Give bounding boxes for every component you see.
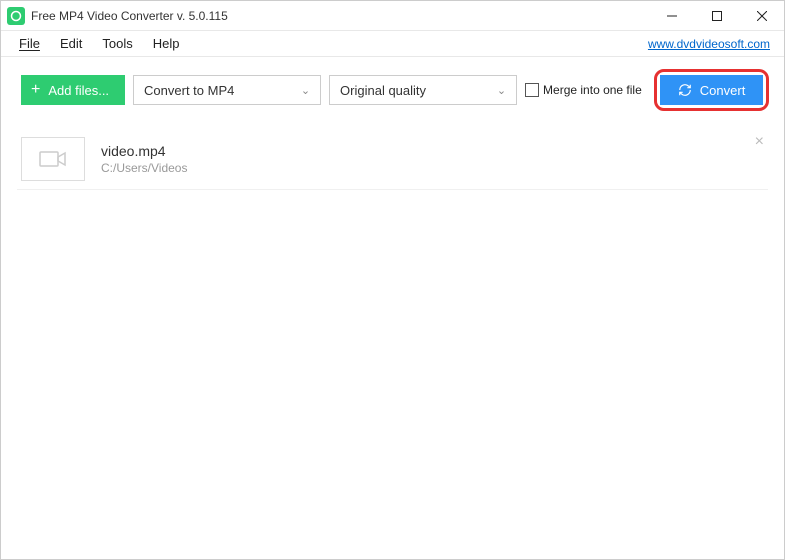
menu-file[interactable]: File xyxy=(9,34,50,53)
merge-checkbox-wrap[interactable]: Merge into one file xyxy=(525,83,642,97)
convert-label: Convert xyxy=(700,83,746,98)
close-button[interactable] xyxy=(739,1,784,30)
minimize-button[interactable] xyxy=(649,1,694,30)
website-link[interactable]: www.dvdvideosoft.com xyxy=(648,37,770,51)
app-title: Free MP4 Video Converter v. 5.0.115 xyxy=(31,9,649,23)
quality-selected: Original quality xyxy=(340,83,426,98)
add-files-label: Add files... xyxy=(48,83,109,98)
file-meta: video.mp4 C:/Users/Videos xyxy=(101,143,187,175)
merge-checkbox[interactable] xyxy=(525,83,539,97)
add-files-button[interactable]: + Add files... xyxy=(21,75,125,105)
file-name: video.mp4 xyxy=(101,143,187,159)
highlight-annotation: Convert xyxy=(654,69,770,111)
chevron-down-icon: ⌄ xyxy=(301,84,310,97)
menu-help[interactable]: Help xyxy=(143,34,190,53)
refresh-icon xyxy=(678,83,692,97)
titlebar: Free MP4 Video Converter v. 5.0.115 xyxy=(1,1,784,31)
app-icon xyxy=(7,7,25,25)
window-controls xyxy=(649,1,784,30)
format-dropdown[interactable]: Convert to MP4 ⌄ xyxy=(133,75,321,105)
maximize-button[interactable] xyxy=(694,1,739,30)
toolbar: + Add files... Convert to MP4 ⌄ Original… xyxy=(1,57,784,121)
plus-icon: + xyxy=(31,82,40,98)
file-path: C:/Users/Videos xyxy=(101,161,187,175)
quality-dropdown[interactable]: Original quality ⌄ xyxy=(329,75,517,105)
convert-button[interactable]: Convert xyxy=(660,75,764,105)
menu-edit[interactable]: Edit xyxy=(50,34,92,53)
chevron-down-icon: ⌄ xyxy=(497,84,506,97)
remove-file-button[interactable]: × xyxy=(755,133,764,151)
file-item[interactable]: video.mp4 C:/Users/Videos × xyxy=(17,129,768,190)
video-icon xyxy=(39,149,67,169)
video-thumbnail xyxy=(21,137,85,181)
menu-tools[interactable]: Tools xyxy=(92,34,142,53)
format-selected: Convert to MP4 xyxy=(144,83,234,98)
menubar: File Edit Tools Help www.dvdvideosoft.co… xyxy=(1,31,784,57)
file-list: video.mp4 C:/Users/Videos × xyxy=(1,121,784,559)
merge-label: Merge into one file xyxy=(543,83,642,97)
